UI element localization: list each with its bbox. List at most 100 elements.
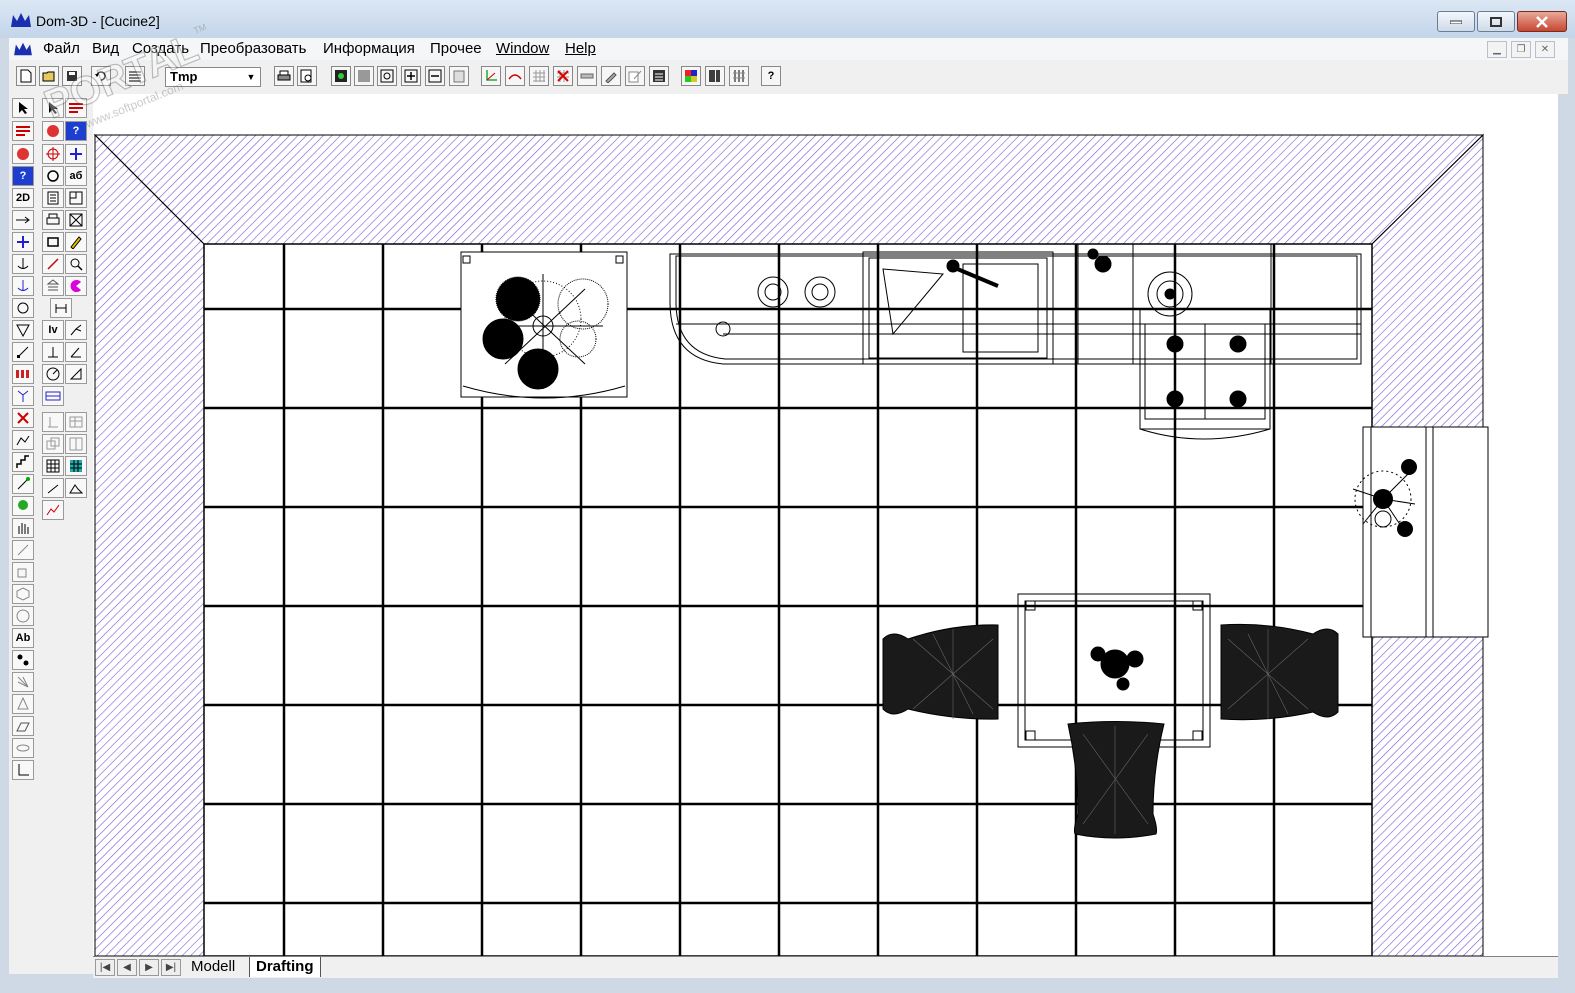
help-button[interactable]: ? xyxy=(761,66,781,86)
stop-tool-icon[interactable] xyxy=(12,144,34,164)
curve-icon[interactable] xyxy=(505,66,525,86)
2d-mode-button[interactable]: 2D xyxy=(12,188,34,208)
mdi-minimize-button[interactable]: ▁ xyxy=(1487,41,1507,58)
stack-tool-icon[interactable] xyxy=(42,276,64,296)
cone-tool-icon[interactable] xyxy=(12,694,34,714)
document-tool-icon[interactable] xyxy=(42,188,64,208)
branch-tool-icon[interactable] xyxy=(65,320,87,340)
menu-window[interactable]: Window xyxy=(496,40,549,57)
axes-icon[interactable] xyxy=(481,66,501,86)
select-alt-tool-icon[interactable] xyxy=(42,98,64,118)
section-tool-icon[interactable] xyxy=(12,540,34,560)
grid-off-icon[interactable] xyxy=(553,66,573,86)
undo-icon[interactable] xyxy=(91,66,111,86)
fill-gray-icon[interactable] xyxy=(354,66,374,86)
plane-tool-icon[interactable] xyxy=(12,716,34,736)
color-palette-icon[interactable] xyxy=(681,66,701,86)
split-tool-icon[interactable] xyxy=(65,434,87,454)
printer-tool-icon[interactable] xyxy=(42,210,64,230)
zoom-out-icon[interactable] xyxy=(425,66,445,86)
arc-tool-icon[interactable] xyxy=(65,276,87,296)
terrain-tool-icon[interactable] xyxy=(12,430,34,450)
help-alt-icon[interactable]: ? xyxy=(65,121,87,141)
mdi-restore-button[interactable]: ❐ xyxy=(1511,41,1531,58)
array-tool-icon[interactable] xyxy=(12,364,34,384)
copy-tool-icon[interactable] xyxy=(42,434,64,454)
next-sheet-icon[interactable]: ▶ xyxy=(139,959,159,976)
text-tool-button[interactable]: Ab xyxy=(12,628,34,648)
tree-tool-icon[interactable] xyxy=(12,386,34,406)
render-camera-icon[interactable] xyxy=(331,66,351,86)
minimize-button[interactable] xyxy=(1437,11,1475,32)
move-alt-tool-icon[interactable] xyxy=(65,144,87,164)
eye-tool-icon[interactable] xyxy=(12,738,34,758)
compass-tool-icon[interactable] xyxy=(42,364,64,384)
layer-dropdown[interactable]: Tmp ▼ xyxy=(165,67,261,87)
clipboard-icon[interactable] xyxy=(449,66,469,86)
open-folder-icon[interactable] xyxy=(39,66,59,86)
tab-modell[interactable]: Modell xyxy=(185,957,241,977)
zoom-in-icon[interactable] xyxy=(401,66,421,86)
first-sheet-icon[interactable]: |◀ xyxy=(95,959,115,976)
slope-tool-icon[interactable] xyxy=(42,478,64,498)
barcode-icon[interactable] xyxy=(705,66,725,86)
anchor-tool-icon[interactable] xyxy=(12,254,34,274)
hand-tool-icon[interactable] xyxy=(12,518,34,538)
mdi-crown-icon[interactable] xyxy=(13,41,33,57)
help-tool-button[interactable]: ? xyxy=(12,166,34,186)
graph-tool-icon[interactable] xyxy=(42,500,64,520)
dimension-tool-icon[interactable] xyxy=(12,474,34,494)
maximize-button[interactable] xyxy=(1477,11,1515,32)
print-preview-icon[interactable] xyxy=(297,66,317,86)
menu-info[interactable]: Информация xyxy=(323,40,415,57)
rotate-tool-icon[interactable] xyxy=(12,298,34,318)
stairs-tool-icon[interactable] xyxy=(12,452,34,472)
anchor-alt-tool-icon[interactable] xyxy=(12,276,34,296)
menu-create[interactable]: Создать xyxy=(132,40,189,57)
layer-manager-icon[interactable] xyxy=(65,98,87,118)
previous-sheet-icon[interactable]: ◀ xyxy=(117,959,137,976)
scale-tool-icon[interactable] xyxy=(12,342,34,362)
circle-tool-icon[interactable] xyxy=(42,166,64,186)
angle-tool-icon[interactable] xyxy=(65,342,87,362)
new-file-icon[interactable] xyxy=(16,66,36,86)
measure-tool-icon[interactable] xyxy=(65,364,87,384)
height-dimension-icon[interactable] xyxy=(50,298,72,318)
zoom-tool-icon[interactable] xyxy=(65,254,87,274)
tab-drafting[interactable]: Drafting xyxy=(249,957,321,977)
edit-doc-icon[interactable] xyxy=(625,66,645,86)
grid-snap-tool-icon[interactable] xyxy=(42,386,64,406)
vertical-text-button[interactable]: Iv xyxy=(42,320,64,340)
grid-icon[interactable] xyxy=(529,66,549,86)
calculator-icon[interactable] xyxy=(649,66,669,86)
spreadsheet-tool-icon[interactable] xyxy=(42,456,64,476)
delete-tool-icon[interactable] xyxy=(12,408,34,428)
zoom-window-icon[interactable] xyxy=(377,66,397,86)
triangle-tool-icon[interactable] xyxy=(12,320,34,340)
sphere-tool-icon[interactable] xyxy=(12,606,34,626)
plant-tool-icon[interactable] xyxy=(12,496,34,516)
layers-icon[interactable] xyxy=(125,66,145,86)
table-tool-icon[interactable] xyxy=(65,412,87,432)
menu-other[interactable]: Прочее xyxy=(430,40,482,57)
menu-file[interactable]: Файл xyxy=(43,40,80,57)
menu-help[interactable]: Help xyxy=(565,40,596,57)
origin-tool-icon[interactable] xyxy=(42,342,64,362)
menu-transform[interactable]: Преобразовать xyxy=(200,40,306,57)
save-icon[interactable] xyxy=(62,66,82,86)
mdi-close-button[interactable]: ✕ xyxy=(1535,41,1555,58)
coordinate-tool-icon[interactable] xyxy=(12,760,34,780)
image-frame-icon[interactable] xyxy=(65,210,87,230)
line-tool-icon[interactable] xyxy=(42,254,64,274)
frame-tool-icon[interactable] xyxy=(65,188,87,208)
layer-tool-icon[interactable] xyxy=(12,121,34,141)
wall-tool-icon[interactable] xyxy=(42,412,64,432)
pencil-icon[interactable] xyxy=(601,66,621,86)
print-icon[interactable] xyxy=(274,66,294,86)
target-tool-icon[interactable] xyxy=(42,144,64,164)
arrow-right-icon[interactable] xyxy=(12,210,34,230)
text-style-button[interactable]: аб xyxy=(65,166,87,186)
box-tool-icon[interactable] xyxy=(12,562,34,582)
mountain-tool-icon[interactable] xyxy=(65,478,87,498)
pointer-tool-icon[interactable] xyxy=(12,98,34,118)
